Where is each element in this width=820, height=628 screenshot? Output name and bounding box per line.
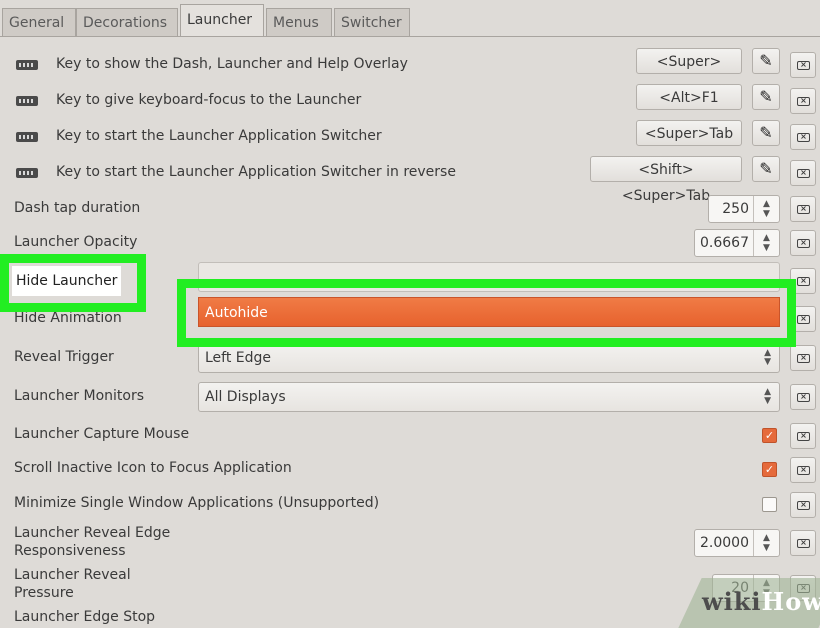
clear-icon: × bbox=[797, 501, 810, 510]
dash-tap-spinner[interactable]: 250 ▲ ▼ bbox=[708, 195, 780, 223]
opacity-label: Launcher Opacity bbox=[14, 234, 138, 250]
clear-icon: × bbox=[797, 393, 810, 402]
clear-button[interactable]: × bbox=[790, 196, 816, 222]
monitors-label: Launcher Monitors bbox=[14, 388, 145, 404]
clear-icon: × bbox=[797, 432, 810, 441]
clear-icon: × bbox=[797, 169, 810, 178]
keyboard-icon bbox=[16, 96, 38, 106]
clear-button[interactable]: × bbox=[790, 88, 816, 114]
clear-button[interactable]: × bbox=[790, 52, 816, 78]
shortcut-button[interactable]: <Alt>F1 bbox=[636, 84, 742, 110]
reveal-trigger-combo[interactable]: Left Edge ▲ ▼ bbox=[198, 343, 780, 373]
clear-icon: × bbox=[797, 354, 810, 363]
reveal-pressure-label-line1: Launcher Reveal bbox=[14, 567, 131, 583]
clear-button[interactable]: × bbox=[790, 230, 816, 256]
tab-launcher[interactable]: Launcher bbox=[180, 4, 264, 37]
clear-button[interactable]: × bbox=[790, 457, 816, 483]
reveal-trigger-value: Left Edge bbox=[205, 350, 272, 366]
combo-arrows-icon: ▲ ▼ bbox=[764, 348, 771, 367]
pencil-icon[interactable]: ✎ bbox=[752, 48, 780, 74]
clear-button[interactable]: × bbox=[790, 530, 816, 556]
clear-button[interactable]: × bbox=[790, 345, 816, 371]
keybinding-label: Key to start the Launcher Application Sw… bbox=[56, 128, 382, 144]
clear-button[interactable]: × bbox=[790, 384, 816, 410]
pencil-icon[interactable]: ✎ bbox=[752, 84, 780, 110]
hide-launcher-label: Hide Launcher bbox=[12, 266, 122, 296]
reveal-pressure-label-line2: Pressure bbox=[14, 585, 74, 601]
clear-button[interactable]: × bbox=[790, 124, 816, 150]
reveal-edge-row: Launcher Reveal Edge Responsiveness 2.00… bbox=[0, 524, 820, 564]
keybinding-row-dash: Key to show the Dash, Launcher and Help … bbox=[0, 48, 820, 84]
clear-icon: × bbox=[797, 277, 810, 286]
dash-tap-row: Dash tap duration 250 ▲ ▼ × bbox=[0, 192, 820, 228]
reveal-edge-value: 2.0000 bbox=[700, 535, 749, 551]
clear-button[interactable]: × bbox=[790, 492, 816, 518]
spinner-arrows-icon[interactable]: ▲▼ bbox=[753, 230, 779, 256]
capture-mouse-checkbox[interactable]: ✓ bbox=[762, 428, 777, 443]
keybinding-label: Key to show the Dash, Launcher and Help … bbox=[56, 56, 408, 72]
keyboard-icon bbox=[16, 60, 38, 70]
spinner-arrows-icon[interactable]: ▲▼ bbox=[753, 196, 779, 222]
capture-mouse-label: Launcher Capture Mouse bbox=[14, 426, 190, 442]
dash-tap-value: 250 bbox=[722, 201, 749, 217]
clear-icon: × bbox=[797, 133, 810, 142]
opacity-value: 0.6667 bbox=[700, 235, 749, 251]
tab-switcher[interactable]: Switcher bbox=[334, 8, 410, 36]
keybinding-row-switcher: Key to start the Launcher Application Sw… bbox=[0, 120, 820, 156]
shortcut-button[interactable]: <Shift><Super>Tab bbox=[590, 156, 742, 204]
reveal-edge-label-line1: Launcher Reveal Edge bbox=[14, 525, 171, 541]
keybinding-label: Key to give keyboard-focus to the Launch… bbox=[56, 92, 362, 108]
pencil-icon[interactable]: ✎ bbox=[752, 156, 780, 182]
tab-divider bbox=[0, 36, 820, 37]
tab-bar: General Decorations Launcher Menus Switc… bbox=[0, 0, 820, 37]
monitors-value: All Displays bbox=[205, 389, 286, 405]
clear-icon: × bbox=[797, 539, 810, 548]
clear-button[interactable]: × bbox=[790, 423, 816, 449]
tab-menus[interactable]: Menus bbox=[266, 8, 332, 36]
minimize-single-label: Minimize Single Window Applications (Uns… bbox=[14, 495, 380, 511]
reveal-edge-spinner[interactable]: 2.0000 ▲ ▼ bbox=[694, 529, 780, 557]
combo-arrows-icon: ▲ ▼ bbox=[764, 387, 771, 406]
scroll-inactive-row: Scroll Inactive Icon to Focus Applicatio… bbox=[0, 452, 820, 488]
clear-icon: × bbox=[797, 466, 810, 475]
clear-icon: × bbox=[797, 61, 810, 70]
dropdown-option-autohide[interactable]: Autohide bbox=[198, 297, 780, 327]
keybinding-row-switcher-reverse: Key to start the Launcher Application Sw… bbox=[0, 156, 820, 204]
keybinding-label: Key to start the Launcher Application Sw… bbox=[56, 164, 456, 180]
minimize-single-checkbox[interactable] bbox=[762, 497, 777, 512]
shortcut-button[interactable]: <Super>Tab bbox=[636, 120, 742, 146]
spinner-arrows-icon[interactable]: ▲▼ bbox=[753, 530, 779, 556]
keyboard-icon bbox=[16, 132, 38, 142]
clear-icon: × bbox=[797, 239, 810, 248]
dash-tap-label: Dash tap duration bbox=[14, 200, 141, 216]
edge-stop-label: Launcher Edge Stop bbox=[14, 609, 156, 625]
opacity-spinner[interactable]: 0.6667 ▲ ▼ bbox=[694, 229, 780, 257]
clear-button[interactable]: × bbox=[790, 160, 816, 186]
pencil-icon[interactable]: ✎ bbox=[752, 120, 780, 146]
monitors-row: Launcher Monitors All Displays ▲ ▼ × bbox=[0, 379, 820, 415]
reveal-trigger-label: Reveal Trigger bbox=[14, 349, 114, 365]
clear-icon: × bbox=[797, 315, 810, 324]
tab-decorations[interactable]: Decorations bbox=[76, 8, 178, 36]
hide-animation-label: Hide Animation bbox=[14, 310, 122, 326]
watermark-part1: wiki bbox=[702, 587, 762, 616]
watermark-logo: wikiHow bbox=[702, 587, 820, 616]
watermark-part2: How bbox=[761, 587, 820, 616]
clear-icon: × bbox=[797, 97, 810, 106]
clear-icon: × bbox=[797, 205, 810, 214]
capture-mouse-row: Launcher Capture Mouse ✓ × bbox=[0, 418, 820, 454]
keyboard-icon bbox=[16, 168, 38, 178]
monitors-combo[interactable]: All Displays ▲ ▼ bbox=[198, 382, 780, 412]
tab-general[interactable]: General bbox=[2, 8, 76, 36]
scroll-inactive-label: Scroll Inactive Icon to Focus Applicatio… bbox=[14, 460, 292, 476]
scroll-inactive-checkbox[interactable]: ✓ bbox=[762, 462, 777, 477]
shortcut-button[interactable]: <Super> bbox=[636, 48, 742, 74]
minimize-single-row: Minimize Single Window Applications (Uns… bbox=[0, 487, 820, 523]
keybinding-row-focus: Key to give keyboard-focus to the Launch… bbox=[0, 84, 820, 120]
reveal-edge-label-line2: Responsiveness bbox=[14, 543, 126, 559]
